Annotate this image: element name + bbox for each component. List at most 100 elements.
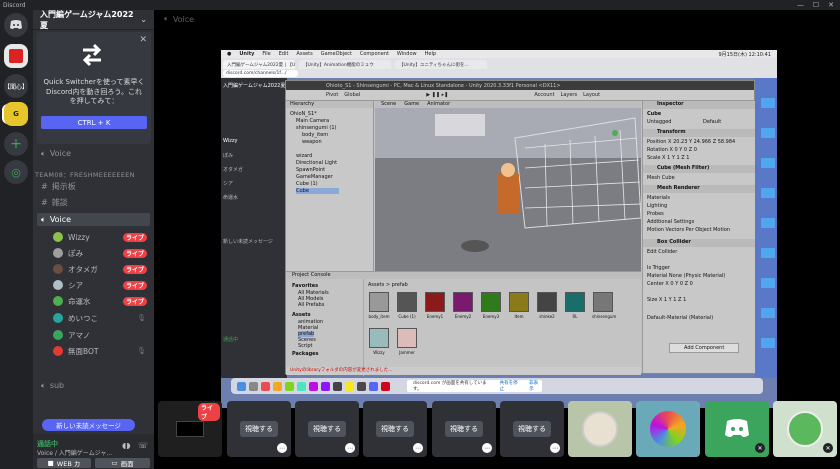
project-folders: Favorites All Materials All Models All P… (286, 279, 364, 376)
voice-user[interactable]: Wizzy ライブ (53, 230, 149, 244)
live-badge: ライブ (122, 264, 147, 274)
voice-user[interactable]: ぽみ ライブ (53, 246, 149, 260)
stream-tile[interactable]: 視聴する ⋯ (295, 401, 359, 457)
server-icon-abbr[interactable]: 【聞心】 (4, 74, 28, 98)
quick-switcher-text: Quick Switcherを使って素早くDiscord内を動き回ろう。これを押… (43, 78, 145, 105)
screen-preview-icon (176, 421, 204, 437)
stream-stage: 🔈︎ Voice ● Unity File Edit Assets GameOb… (154, 10, 840, 469)
camera-button[interactable]: ■ WEB カ (37, 458, 91, 468)
disconnect-icon[interactable]: ☏ (138, 441, 148, 450)
speaker-icon: 🔈︎ (41, 380, 46, 390)
voice-channel-top[interactable]: 🔈︎ Voice (37, 147, 150, 160)
server-name: 入門編ゲームジャム2022夏 (40, 9, 134, 30)
avatar (53, 248, 63, 258)
mac-clock: 9月15日(木) 12:10:41 (718, 51, 772, 58)
mic-muted-icon: 🎙︎ (137, 347, 146, 355)
live-badge: ライブ (122, 248, 147, 258)
channel-chat[interactable]: # 雑談 (37, 196, 150, 209)
maximize-icon[interactable]: ☐ (813, 1, 819, 9)
server-icon-red[interactable] (4, 44, 28, 68)
mic-muted-icon: ✕ (823, 443, 833, 453)
browser-url: discord.com/channels/1f.../ (223, 70, 298, 77)
shared-screen[interactable]: ● Unity File Edit Assets GameObject Comp… (221, 50, 777, 408)
category-team08[interactable]: TEAM08：FRESHMEEEEEEEN (35, 169, 135, 179)
asset: Item (508, 292, 530, 319)
live-stream-tile[interactable]: ライブ (158, 401, 222, 457)
channel-sidebar: 入門編ゲームジャム2022夏 ⌄ ✕ Quick Switcherを使って素早く… (33, 10, 154, 469)
avatar (53, 280, 63, 290)
unity-scene-view: Scene Game Animator (375, 101, 641, 271)
avatar (650, 411, 686, 447)
voice-channel-path[interactable]: Voice / 入門編ゲームジャ... (37, 448, 112, 457)
screen-icon: ▭ (111, 459, 118, 467)
avatar (787, 411, 823, 447)
asset: shinke2 (536, 292, 558, 319)
asset: Enemy1 (424, 292, 446, 319)
voice-user[interactable]: シア ライブ (53, 278, 149, 292)
ctrl-k-button[interactable]: CTRL + K (41, 116, 147, 129)
close-icon[interactable]: ✕ (139, 35, 147, 45)
avatar (53, 232, 63, 242)
user-tile[interactable]: ✕ (773, 401, 837, 457)
mac-desktop-folders (755, 78, 777, 378)
live-badge: ライブ (122, 280, 147, 290)
server-icon-gamejam[interactable]: G (4, 102, 28, 126)
new-messages-pill[interactable]: 新しい未読メッセージ (42, 419, 135, 431)
noise-suppression-icon[interactable]: ◖◗ (122, 441, 130, 450)
watch-button[interactable]: 視聴する (513, 421, 551, 437)
close-icon[interactable]: ✕ (828, 1, 834, 9)
mic-muted-icon: 🎙︎ (137, 314, 146, 322)
discord-home-icon[interactable] (4, 13, 28, 37)
add-server-icon[interactable]: + (4, 132, 28, 156)
hash-icon: # (41, 182, 48, 191)
unity-title: Ohioto_S1 - Shinsengumi - PC, Mac & Linu… (286, 81, 754, 90)
unity-toolbar: Pivot Global ▶ ❚❚ ▸❚ Account Layers Layo… (286, 90, 754, 101)
chevron-down-icon: ⌄ (140, 15, 147, 24)
explore-servers-icon[interactable]: ◎ (4, 160, 28, 184)
avatar (582, 411, 618, 447)
user-tile[interactable]: ✕ (705, 401, 769, 457)
minimize-icon[interactable]: — (797, 1, 804, 9)
watch-button[interactable]: 視聴する (376, 421, 414, 437)
voice-user[interactable]: オタメガ ライブ (53, 262, 149, 276)
channel-voice-active[interactable]: 🔈︎ Voice (37, 213, 150, 226)
watch-button[interactable]: 視聴する (240, 421, 278, 437)
voice-user[interactable]: めいつこ 🎙︎ (53, 311, 149, 325)
avatar (53, 313, 63, 323)
project-breadcrumb: Assets > prefab (368, 282, 408, 288)
asset: Jammer (396, 328, 418, 355)
server-header[interactable]: 入門編ゲームジャム2022夏 ⌄ (33, 10, 154, 30)
user-tile[interactable] (568, 401, 632, 457)
avatar (53, 346, 63, 356)
scene-render (375, 108, 641, 271)
unity-project-panel: Project Console Favorites All Materials … (286, 271, 641, 376)
stage-header: 🔈︎ Voice (164, 14, 195, 24)
stream-tile[interactable]: 視聴する ⋯ (432, 401, 496, 457)
camera-icon: ■ (47, 459, 54, 467)
channel-sub[interactable]: 🔈︎ sub (37, 379, 150, 392)
more-icon: ⋯ (550, 443, 560, 453)
voice-user[interactable]: アマノ (53, 328, 149, 342)
voice-user[interactable]: 無面BOT 🎙︎ (53, 344, 149, 358)
asset: shinsengum (592, 292, 616, 319)
stream-tile[interactable]: 視聴する ⋯ (363, 401, 427, 457)
unity-editor-window: Ohioto_S1 - Shinsengumi - PC, Mac & Linu… (285, 80, 756, 376)
unity-inspector: Inspector Cube Untagged Default Transfor… (642, 101, 756, 373)
hash-icon: # (41, 198, 48, 207)
watch-button[interactable]: 視聴する (308, 421, 346, 437)
stream-tile[interactable]: 視聴する ⋯ (500, 401, 564, 457)
stream-tile[interactable]: 視聴する ⋯ (227, 401, 291, 457)
browser-tab: 入門編ゲームジャム2022夏 | 【Unity】Animator... (223, 60, 295, 69)
voice-user[interactable]: 命運水 ライブ (53, 294, 149, 308)
channel-bulletin[interactable]: # 掲示板 (37, 180, 150, 193)
avatar (53, 296, 63, 306)
play-icon: ▶ ❚❚ ▸❚ (426, 92, 449, 98)
live-badge: ライブ (122, 232, 147, 242)
more-icon: ⋯ (345, 443, 355, 453)
asset: body_item (368, 292, 390, 319)
browser-tab: 【Unity】ユニティちゃんに街を... (395, 60, 487, 69)
watch-button[interactable]: 視聴する (445, 421, 483, 437)
screen-share-button[interactable]: ▭ 画面 (95, 458, 150, 468)
user-tile[interactable] (636, 401, 700, 457)
live-badge: ライブ (122, 296, 147, 306)
